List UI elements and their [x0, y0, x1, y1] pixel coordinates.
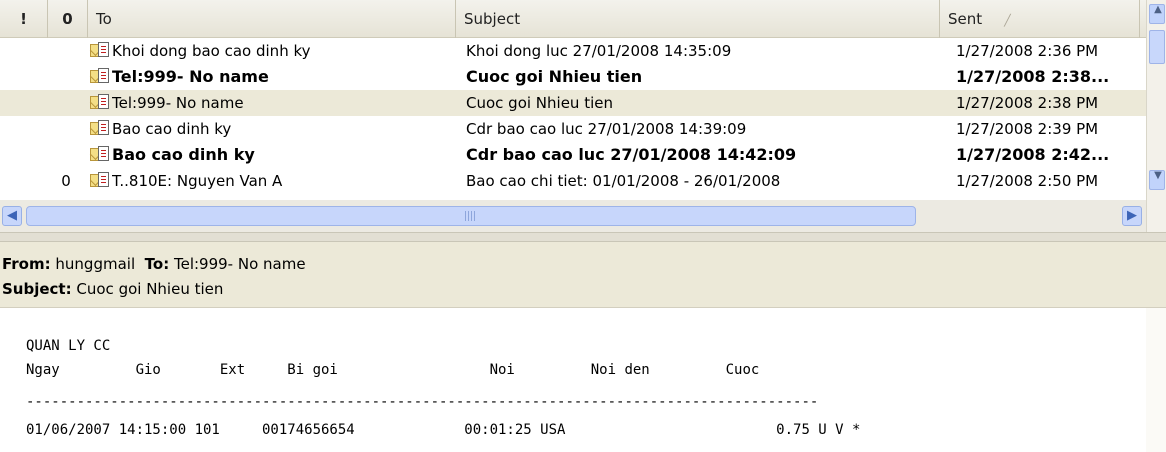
scroll-right-button[interactable]: ▶	[1122, 206, 1142, 226]
body-line: ----------------------------------------…	[26, 394, 819, 410]
preview-header: From: hunggmail To: Tel:999- No name Sub…	[0, 242, 1166, 308]
grip-icon	[465, 211, 477, 221]
chevron-up-icon: ▲	[1154, 4, 1162, 15]
row-sent: 1/27/2008 2:38 PM	[956, 94, 1099, 112]
unread-mail-icon	[90, 42, 110, 61]
message-row[interactable]: Bao cao dinh ky Cdr bao cao luc 27/01/20…	[0, 116, 1146, 142]
row-subject: Bao cao chi tiet: 01/01/2008 - 26/01/200…	[466, 172, 781, 190]
scroll-up-button[interactable]: ▲	[1149, 4, 1165, 24]
scroll-down-button[interactable]: ▼	[1149, 170, 1165, 190]
from-label: From:	[2, 255, 51, 273]
message-row-partial[interactable]: 0 T..810E: Nguyen Van A Bao cao chi tiet…	[0, 168, 1146, 194]
row-to: Tel:999- No name	[112, 67, 269, 86]
preview-from-to-line: From: hunggmail To: Tel:999- No name	[2, 252, 1166, 277]
read-mail-icon	[90, 94, 110, 113]
row-to: T..810E: Nguyen Van A	[112, 172, 283, 190]
unread-mail-icon	[90, 68, 110, 87]
body-line: Ngay Gio Ext Bi goi Noi Noi den Cuoc	[26, 362, 760, 378]
body-line: 01/06/2007 14:15:00 101 00174656654 00:0…	[26, 422, 861, 438]
row-to: Tel:999- No name	[112, 94, 244, 112]
scroll-left-button[interactable]: ◀	[2, 206, 22, 226]
row-subject: Khoi dong luc 27/01/2008 14:35:09	[466, 42, 732, 60]
to-column-header[interactable]: To	[88, 0, 456, 38]
row-subject: Cuoc goi Nhieu tien	[466, 94, 613, 112]
subject-header-label: Subject	[464, 10, 521, 28]
row-sent: 1/27/2008 2:36 PM	[956, 42, 1099, 60]
list-horizontal-scrollbar[interactable]: ◀ ▶	[0, 200, 1146, 232]
chevron-down-icon: ▼	[1154, 170, 1162, 181]
body-line: QUAN LY CC	[26, 338, 111, 354]
row-to: Khoi dong bao cao dinh ky	[112, 42, 311, 60]
subject-column-header[interactable]: Subject	[456, 0, 940, 38]
message-row-selected[interactable]: Tel:999- No name Cuoc goi Nhieu tien 1/2…	[0, 90, 1146, 116]
paperclip-icon: 0	[61, 172, 71, 190]
sort-indicator-icon: ╱	[1004, 14, 1011, 27]
chevron-left-icon: ◀	[7, 208, 17, 223]
message-row[interactable]: Tel:999- No name Cuoc goi Nhieu tien 1/2…	[0, 64, 1146, 90]
horizontal-scroll-thumb[interactable]	[26, 206, 916, 226]
preview-vertical-scrollbar[interactable]	[1146, 308, 1166, 452]
read-mail-icon	[90, 172, 110, 191]
subject-value: Cuoc goi Nhieu tien	[76, 280, 224, 298]
row-sent: 1/27/2008 2:50 PM	[956, 172, 1099, 190]
to-label: To:	[144, 255, 170, 273]
unread-mail-icon	[90, 146, 110, 165]
list-vertical-scrollbar[interactable]: ▲ ▼	[1146, 0, 1166, 238]
to-header-label: To	[96, 10, 112, 28]
row-sent: 1/27/2008 2:42...	[956, 145, 1110, 164]
sent-column-header[interactable]: Sent ╱	[940, 0, 1140, 38]
row-subject: Cdr bao cao luc 27/01/2008 14:39:09	[466, 120, 747, 138]
row-subject: Cdr bao cao luc 27/01/2008 14:42:09	[466, 145, 797, 164]
row-sent: 1/27/2008 2:38...	[956, 67, 1110, 86]
preview-body[interactable]: QUAN LY CC Ngay Gio Ext Bi goi Noi Noi d…	[0, 308, 1146, 452]
row-sent: 1/27/2008 2:39 PM	[956, 120, 1099, 138]
message-list: Khoi dong bao cao dinh ky Khoi dong luc …	[0, 38, 1146, 200]
pane-splitter[interactable]	[0, 232, 1166, 242]
row-to: Bao cao dinh ky	[112, 145, 255, 164]
attachment-column-header[interactable]: 0	[48, 0, 88, 38]
sent-header-label: Sent	[948, 10, 983, 28]
list-header: ! 0 To Subject Sent ╱	[0, 0, 1166, 38]
message-row[interactable]: Khoi dong bao cao dinh ky Khoi dong luc …	[0, 38, 1146, 64]
scroll-thumb[interactable]	[1149, 30, 1165, 64]
to-value: Tel:999- No name	[173, 255, 306, 273]
preview-subject-line: Subject: Cuoc goi Nhieu tien	[2, 277, 1166, 302]
subject-label: Subject:	[2, 280, 72, 298]
read-mail-icon	[90, 120, 110, 139]
from-value: hunggmail	[55, 255, 136, 273]
importance-column-header[interactable]: !	[0, 0, 48, 38]
chevron-right-icon: ▶	[1127, 208, 1137, 223]
row-subject: Cuoc goi Nhieu tien	[466, 67, 643, 86]
message-row[interactable]: Bao cao dinh ky Cdr bao cao luc 27/01/20…	[0, 142, 1146, 168]
row-to: Bao cao dinh ky	[112, 120, 232, 138]
